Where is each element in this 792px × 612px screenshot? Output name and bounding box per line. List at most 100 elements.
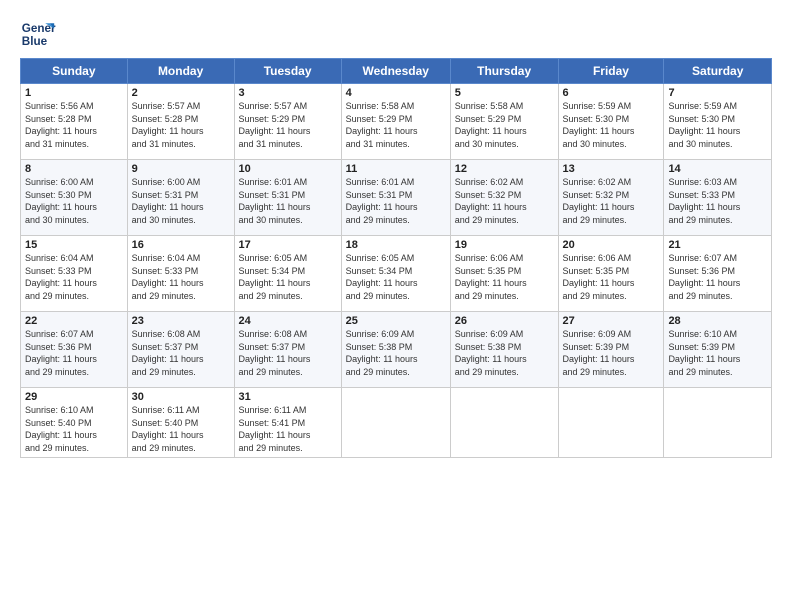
- day-detail: Sunrise: 6:10 AM Sunset: 5:39 PM Dayligh…: [668, 328, 767, 378]
- day-number: 18: [346, 239, 446, 251]
- calendar-cell: 28Sunrise: 6:10 AM Sunset: 5:39 PM Dayli…: [664, 312, 772, 388]
- day-detail: Sunrise: 6:00 AM Sunset: 5:31 PM Dayligh…: [132, 176, 230, 226]
- calendar-cell: 27Sunrise: 6:09 AM Sunset: 5:39 PM Dayli…: [558, 312, 664, 388]
- day-number: 7: [668, 87, 767, 99]
- day-number: 3: [239, 87, 337, 99]
- logo: General Blue: [20, 16, 60, 52]
- calendar-cell: 6Sunrise: 5:59 AM Sunset: 5:30 PM Daylig…: [558, 84, 664, 160]
- weekday-header-thursday: Thursday: [450, 59, 558, 84]
- day-detail: Sunrise: 6:09 AM Sunset: 5:38 PM Dayligh…: [455, 328, 554, 378]
- calendar-cell: 19Sunrise: 6:06 AM Sunset: 5:35 PM Dayli…: [450, 236, 558, 312]
- day-number: 30: [132, 391, 230, 403]
- calendar-week-row: 1Sunrise: 5:56 AM Sunset: 5:28 PM Daylig…: [21, 84, 772, 160]
- calendar-week-row: 8Sunrise: 6:00 AM Sunset: 5:30 PM Daylig…: [21, 160, 772, 236]
- day-detail: Sunrise: 6:07 AM Sunset: 5:36 PM Dayligh…: [668, 252, 767, 302]
- calendar-cell: 25Sunrise: 6:09 AM Sunset: 5:38 PM Dayli…: [341, 312, 450, 388]
- logo-icon: General Blue: [20, 16, 56, 52]
- calendar-week-row: 15Sunrise: 6:04 AM Sunset: 5:33 PM Dayli…: [21, 236, 772, 312]
- calendar-cell: 10Sunrise: 6:01 AM Sunset: 5:31 PM Dayli…: [234, 160, 341, 236]
- day-detail: Sunrise: 5:58 AM Sunset: 5:29 PM Dayligh…: [346, 100, 446, 150]
- weekday-header-saturday: Saturday: [664, 59, 772, 84]
- calendar-cell: 16Sunrise: 6:04 AM Sunset: 5:33 PM Dayli…: [127, 236, 234, 312]
- day-number: 20: [563, 239, 660, 251]
- day-detail: Sunrise: 5:57 AM Sunset: 5:28 PM Dayligh…: [132, 100, 230, 150]
- day-detail: Sunrise: 6:11 AM Sunset: 5:40 PM Dayligh…: [132, 404, 230, 454]
- calendar-cell: 2Sunrise: 5:57 AM Sunset: 5:28 PM Daylig…: [127, 84, 234, 160]
- day-number: 10: [239, 163, 337, 175]
- day-number: 1: [25, 87, 123, 99]
- weekday-header-sunday: Sunday: [21, 59, 128, 84]
- calendar-cell: 12Sunrise: 6:02 AM Sunset: 5:32 PM Dayli…: [450, 160, 558, 236]
- calendar-cell: 26Sunrise: 6:09 AM Sunset: 5:38 PM Dayli…: [450, 312, 558, 388]
- calendar-cell: 21Sunrise: 6:07 AM Sunset: 5:36 PM Dayli…: [664, 236, 772, 312]
- day-number: 17: [239, 239, 337, 251]
- day-number: 9: [132, 163, 230, 175]
- day-detail: Sunrise: 6:01 AM Sunset: 5:31 PM Dayligh…: [239, 176, 337, 226]
- calendar-cell: [450, 388, 558, 458]
- day-detail: Sunrise: 6:02 AM Sunset: 5:32 PM Dayligh…: [455, 176, 554, 226]
- day-detail: Sunrise: 6:02 AM Sunset: 5:32 PM Dayligh…: [563, 176, 660, 226]
- day-number: 8: [25, 163, 123, 175]
- day-number: 29: [25, 391, 123, 403]
- calendar-cell: 4Sunrise: 5:58 AM Sunset: 5:29 PM Daylig…: [341, 84, 450, 160]
- day-detail: Sunrise: 6:11 AM Sunset: 5:41 PM Dayligh…: [239, 404, 337, 454]
- calendar-cell: 3Sunrise: 5:57 AM Sunset: 5:29 PM Daylig…: [234, 84, 341, 160]
- calendar-cell: 18Sunrise: 6:05 AM Sunset: 5:34 PM Dayli…: [341, 236, 450, 312]
- calendar-cell: 9Sunrise: 6:00 AM Sunset: 5:31 PM Daylig…: [127, 160, 234, 236]
- day-number: 2: [132, 87, 230, 99]
- day-detail: Sunrise: 6:04 AM Sunset: 5:33 PM Dayligh…: [25, 252, 123, 302]
- day-detail: Sunrise: 6:05 AM Sunset: 5:34 PM Dayligh…: [239, 252, 337, 302]
- day-detail: Sunrise: 6:08 AM Sunset: 5:37 PM Dayligh…: [239, 328, 337, 378]
- calendar-week-row: 29Sunrise: 6:10 AM Sunset: 5:40 PM Dayli…: [21, 388, 772, 458]
- calendar-cell: [341, 388, 450, 458]
- day-detail: Sunrise: 6:05 AM Sunset: 5:34 PM Dayligh…: [346, 252, 446, 302]
- day-number: 16: [132, 239, 230, 251]
- page: General Blue SundayMondayTuesdayWednesda…: [0, 0, 792, 468]
- day-number: 25: [346, 315, 446, 327]
- day-detail: Sunrise: 5:59 AM Sunset: 5:30 PM Dayligh…: [668, 100, 767, 150]
- day-detail: Sunrise: 6:09 AM Sunset: 5:38 PM Dayligh…: [346, 328, 446, 378]
- weekday-header-friday: Friday: [558, 59, 664, 84]
- day-number: 4: [346, 87, 446, 99]
- day-detail: Sunrise: 5:57 AM Sunset: 5:29 PM Dayligh…: [239, 100, 337, 150]
- day-number: 14: [668, 163, 767, 175]
- calendar-cell: 30Sunrise: 6:11 AM Sunset: 5:40 PM Dayli…: [127, 388, 234, 458]
- day-detail: Sunrise: 6:04 AM Sunset: 5:33 PM Dayligh…: [132, 252, 230, 302]
- calendar-cell: 1Sunrise: 5:56 AM Sunset: 5:28 PM Daylig…: [21, 84, 128, 160]
- calendar-cell: 31Sunrise: 6:11 AM Sunset: 5:41 PM Dayli…: [234, 388, 341, 458]
- day-detail: Sunrise: 6:07 AM Sunset: 5:36 PM Dayligh…: [25, 328, 123, 378]
- day-detail: Sunrise: 6:10 AM Sunset: 5:40 PM Dayligh…: [25, 404, 123, 454]
- day-detail: Sunrise: 6:03 AM Sunset: 5:33 PM Dayligh…: [668, 176, 767, 226]
- day-number: 21: [668, 239, 767, 251]
- weekday-header-row: SundayMondayTuesdayWednesdayThursdayFrid…: [21, 59, 772, 84]
- calendar-cell: [558, 388, 664, 458]
- weekday-header-wednesday: Wednesday: [341, 59, 450, 84]
- day-detail: Sunrise: 5:56 AM Sunset: 5:28 PM Dayligh…: [25, 100, 123, 150]
- day-number: 5: [455, 87, 554, 99]
- calendar-table: SundayMondayTuesdayWednesdayThursdayFrid…: [20, 58, 772, 458]
- day-number: 13: [563, 163, 660, 175]
- calendar-week-row: 22Sunrise: 6:07 AM Sunset: 5:36 PM Dayli…: [21, 312, 772, 388]
- calendar-cell: 14Sunrise: 6:03 AM Sunset: 5:33 PM Dayli…: [664, 160, 772, 236]
- calendar-cell: 29Sunrise: 6:10 AM Sunset: 5:40 PM Dayli…: [21, 388, 128, 458]
- calendar-cell: 23Sunrise: 6:08 AM Sunset: 5:37 PM Dayli…: [127, 312, 234, 388]
- day-number: 26: [455, 315, 554, 327]
- day-detail: Sunrise: 6:00 AM Sunset: 5:30 PM Dayligh…: [25, 176, 123, 226]
- day-detail: Sunrise: 6:08 AM Sunset: 5:37 PM Dayligh…: [132, 328, 230, 378]
- day-detail: Sunrise: 6:06 AM Sunset: 5:35 PM Dayligh…: [563, 252, 660, 302]
- day-detail: Sunrise: 6:06 AM Sunset: 5:35 PM Dayligh…: [455, 252, 554, 302]
- calendar-cell: 24Sunrise: 6:08 AM Sunset: 5:37 PM Dayli…: [234, 312, 341, 388]
- day-number: 19: [455, 239, 554, 251]
- day-number: 6: [563, 87, 660, 99]
- calendar-cell: 17Sunrise: 6:05 AM Sunset: 5:34 PM Dayli…: [234, 236, 341, 312]
- day-number: 22: [25, 315, 123, 327]
- weekday-header-tuesday: Tuesday: [234, 59, 341, 84]
- day-number: 27: [563, 315, 660, 327]
- calendar-cell: 5Sunrise: 5:58 AM Sunset: 5:29 PM Daylig…: [450, 84, 558, 160]
- day-number: 28: [668, 315, 767, 327]
- svg-text:Blue: Blue: [22, 35, 48, 48]
- day-number: 11: [346, 163, 446, 175]
- calendar-cell: 15Sunrise: 6:04 AM Sunset: 5:33 PM Dayli…: [21, 236, 128, 312]
- calendar-cell: 22Sunrise: 6:07 AM Sunset: 5:36 PM Dayli…: [21, 312, 128, 388]
- day-detail: Sunrise: 6:01 AM Sunset: 5:31 PM Dayligh…: [346, 176, 446, 226]
